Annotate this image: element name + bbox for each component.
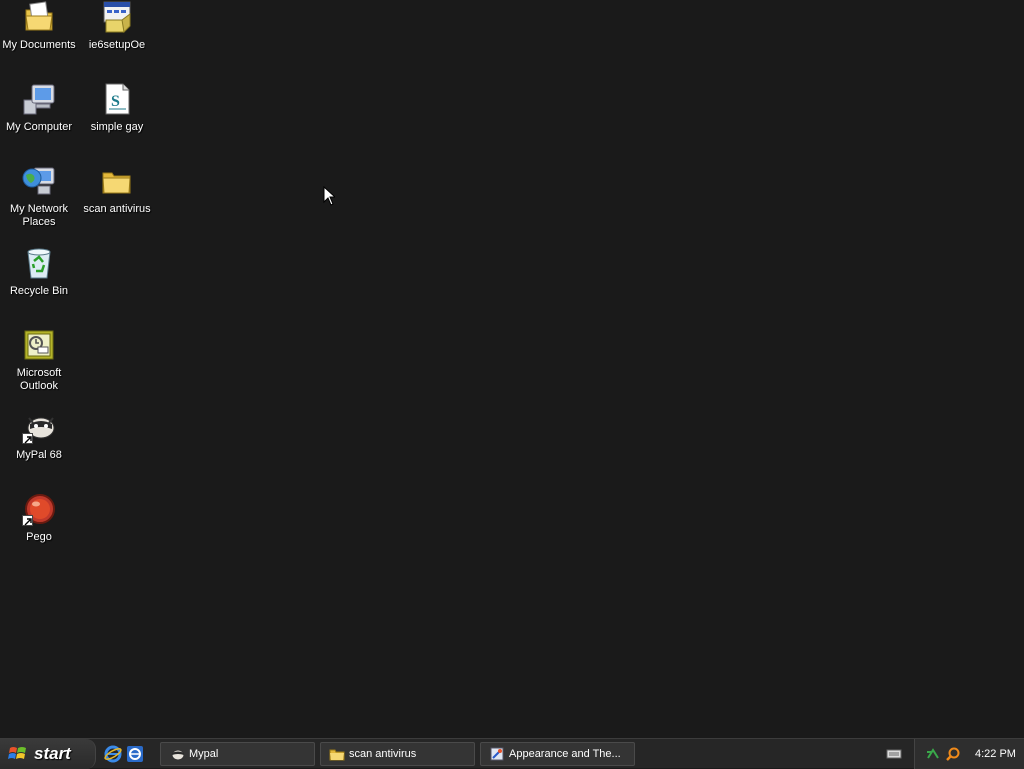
taskbar-button-mypal[interactable]: Mypal bbox=[160, 742, 315, 766]
control-panel-icon bbox=[490, 747, 504, 761]
my-computer-icon bbox=[22, 82, 56, 116]
installer-icon bbox=[100, 0, 134, 34]
scan-antivirus-label: scan antivirus bbox=[83, 203, 151, 215]
taskbar-button-label: Appearance and The... bbox=[509, 748, 621, 760]
network-places-icon bbox=[22, 164, 56, 198]
desktop-icon-scan-antivirus[interactable]: scan antivirus bbox=[78, 164, 156, 216]
start-label: start bbox=[34, 744, 71, 763]
my-documents-label: My Documents bbox=[2, 39, 76, 51]
desktop[interactable]: My Documents ie6setupOe My Computer S si… bbox=[0, 0, 1024, 738]
start-button[interactable]: start bbox=[0, 739, 96, 769]
my-computer-label: My Computer bbox=[5, 121, 73, 133]
clock[interactable]: 4:22 PM bbox=[975, 748, 1016, 760]
desktop-icon-my-computer[interactable]: My Computer bbox=[0, 82, 78, 134]
search-tray-icon[interactable] bbox=[945, 746, 961, 762]
mouse-pointer-icon bbox=[323, 185, 337, 211]
network-tray-icon[interactable] bbox=[925, 746, 941, 762]
svg-text:S: S bbox=[111, 93, 120, 110]
desktop-icon-mypal-68[interactable]: MyPal 68 bbox=[0, 410, 78, 462]
quick-launch-bar bbox=[104, 743, 144, 765]
shortcut-arrow-icon bbox=[22, 433, 33, 444]
outlook-label: Microsoft Outlook bbox=[16, 367, 62, 392]
desktop-icon-simple-gay[interactable]: S simple gay bbox=[78, 82, 156, 134]
mypal-label: MyPal 68 bbox=[16, 449, 62, 461]
network-places-label: My Network Places bbox=[9, 203, 69, 228]
windows-logo-icon bbox=[8, 747, 26, 759]
keyboard-language-icon[interactable] bbox=[886, 748, 902, 760]
recycle-bin-icon bbox=[22, 246, 56, 280]
ie-alt-icon[interactable] bbox=[126, 745, 144, 763]
simple-gay-label: simple gay bbox=[90, 121, 144, 133]
mypal-icon bbox=[22, 410, 56, 444]
taskbar-button-scan-antivirus[interactable]: scan antivirus bbox=[320, 742, 475, 766]
shortcut-arrow-icon bbox=[22, 515, 33, 526]
folder-icon bbox=[329, 749, 345, 761]
pego-label: Pego bbox=[26, 531, 52, 543]
taskbar-button-label: scan antivirus bbox=[349, 748, 417, 760]
mypal-icon bbox=[171, 749, 185, 761]
desktop-icon-ie6setupoe[interactable]: ie6setupOe bbox=[78, 0, 156, 52]
pego-icon bbox=[22, 492, 56, 526]
taskbar-button-appearance[interactable]: Appearance and The... bbox=[480, 742, 635, 766]
script-file-icon: S bbox=[100, 82, 134, 116]
desktop-icon-my-documents[interactable]: My Documents bbox=[0, 0, 78, 52]
ie6setupoe-label: ie6setupOe bbox=[88, 39, 146, 51]
desktop-icon-my-network-places[interactable]: My Network Places bbox=[0, 164, 78, 229]
outlook-icon bbox=[22, 328, 56, 362]
desktop-icon-recycle-bin[interactable]: Recycle Bin bbox=[0, 246, 78, 298]
desktop-icon-microsoft-outlook[interactable]: Microsoft Outlook bbox=[0, 328, 78, 393]
recycle-bin-label: Recycle Bin bbox=[9, 285, 69, 297]
my-documents-icon bbox=[22, 0, 56, 34]
desktop-icon-pego[interactable]: Pego bbox=[0, 492, 78, 544]
folder-icon bbox=[100, 164, 134, 198]
internet-explorer-icon[interactable] bbox=[104, 745, 122, 763]
taskbar: start Mypal scan antivirus Appearance an… bbox=[0, 738, 1024, 769]
system-tray: 4:22 PM bbox=[914, 739, 1024, 769]
taskbar-button-label: Mypal bbox=[189, 748, 219, 760]
